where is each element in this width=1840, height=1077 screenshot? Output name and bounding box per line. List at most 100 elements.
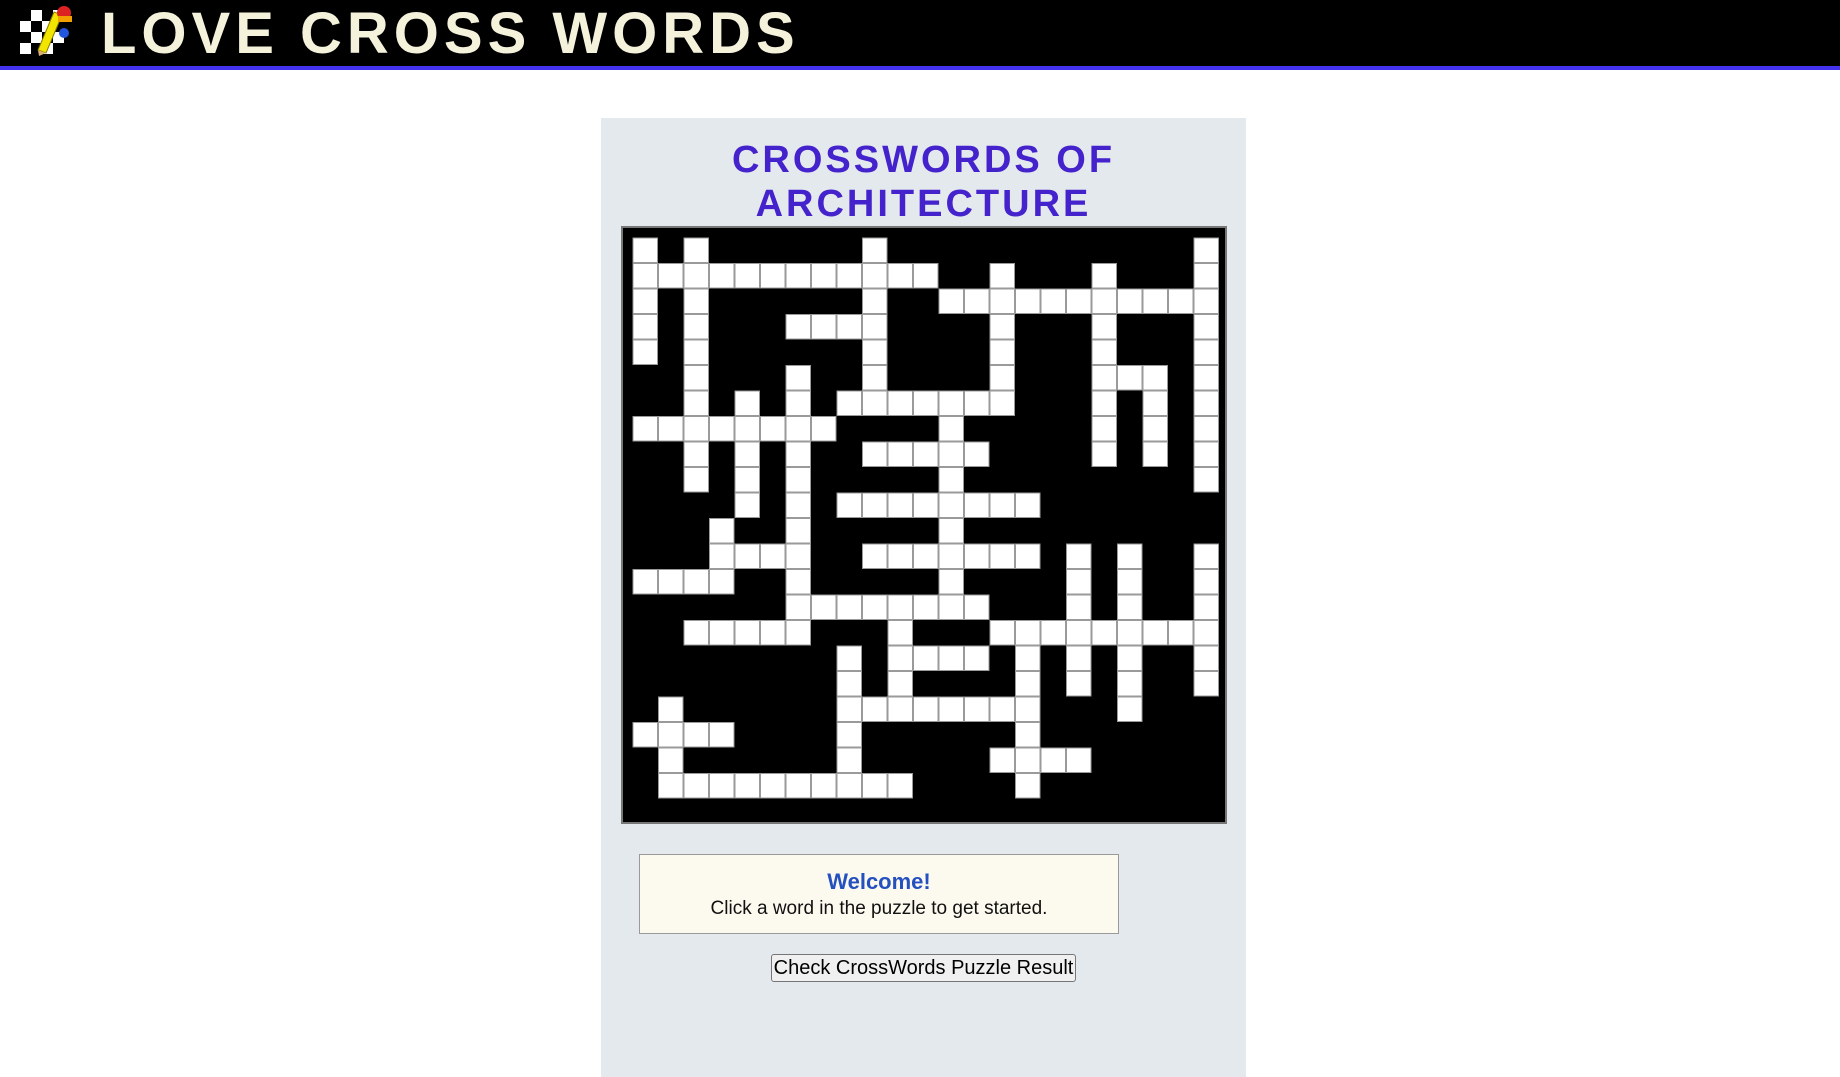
grid-cell[interactable] xyxy=(1142,390,1168,416)
grid-cell[interactable] xyxy=(964,441,990,467)
grid-cell[interactable] xyxy=(811,594,837,620)
grid-cell[interactable] xyxy=(785,594,811,620)
grid-cell[interactable] xyxy=(964,288,990,314)
grid-cell[interactable] xyxy=(785,620,811,646)
grid-cell[interactable] xyxy=(658,696,684,722)
grid-cell[interactable] xyxy=(1193,645,1219,671)
checkered-flag-pencil-icon[interactable] xyxy=(20,4,75,56)
grid-cell[interactable] xyxy=(938,696,964,722)
grid-cell[interactable] xyxy=(785,569,811,595)
grid-cell[interactable] xyxy=(1091,390,1117,416)
grid-cell[interactable] xyxy=(1015,696,1041,722)
grid-cell[interactable] xyxy=(1091,620,1117,646)
grid-cell[interactable] xyxy=(683,569,709,595)
grid-cell[interactable] xyxy=(734,620,760,646)
grid-cell[interactable] xyxy=(709,518,735,544)
grid-cell[interactable] xyxy=(658,773,684,799)
grid-cell[interactable] xyxy=(1091,441,1117,467)
grid-cell[interactable] xyxy=(836,671,862,697)
grid-cell[interactable] xyxy=(683,339,709,365)
grid-cell[interactable] xyxy=(760,543,786,569)
grid-cell[interactable] xyxy=(1117,288,1143,314)
grid-cell[interactable] xyxy=(938,569,964,595)
grid-cell[interactable] xyxy=(1091,416,1117,442)
grid-cell[interactable] xyxy=(862,365,888,391)
grid-cell[interactable] xyxy=(632,569,658,595)
grid-cell[interactable] xyxy=(989,390,1015,416)
grid-cell[interactable] xyxy=(887,492,913,518)
grid-cell[interactable] xyxy=(836,390,862,416)
grid-cell[interactable] xyxy=(1193,594,1219,620)
crossword-grid-svg[interactable] xyxy=(623,228,1225,822)
grid-cell[interactable] xyxy=(1117,671,1143,697)
grid-cell[interactable] xyxy=(938,492,964,518)
grid-cell[interactable] xyxy=(632,416,658,442)
grid-cell[interactable] xyxy=(913,441,939,467)
grid-cell[interactable] xyxy=(989,288,1015,314)
grid-cell[interactable] xyxy=(709,263,735,289)
grid-cell[interactable] xyxy=(734,492,760,518)
grid-cell[interactable] xyxy=(709,416,735,442)
grid-cell[interactable] xyxy=(1142,416,1168,442)
grid-cell[interactable] xyxy=(989,696,1015,722)
grid-cell[interactable] xyxy=(1117,365,1143,391)
grid-cell[interactable] xyxy=(887,645,913,671)
grid-cell[interactable] xyxy=(887,543,913,569)
grid-cell[interactable] xyxy=(836,263,862,289)
grid-cell[interactable] xyxy=(683,441,709,467)
grid-cell[interactable] xyxy=(913,543,939,569)
grid-cell[interactable] xyxy=(836,492,862,518)
grid-cell[interactable] xyxy=(913,492,939,518)
grid-cell[interactable] xyxy=(989,314,1015,340)
grid-cell[interactable] xyxy=(1066,645,1092,671)
grid-cell[interactable] xyxy=(913,263,939,289)
grid-cell[interactable] xyxy=(862,314,888,340)
grid-cell[interactable] xyxy=(734,416,760,442)
grid-cell[interactable] xyxy=(836,696,862,722)
grid-cell[interactable] xyxy=(1015,620,1041,646)
grid-cell[interactable] xyxy=(1193,288,1219,314)
grid-cell[interactable] xyxy=(1015,671,1041,697)
grid-cell[interactable] xyxy=(862,696,888,722)
grid-cell[interactable] xyxy=(989,492,1015,518)
grid-cell[interactable] xyxy=(836,773,862,799)
grid-cell[interactable] xyxy=(734,441,760,467)
grid-cell[interactable] xyxy=(683,773,709,799)
grid-cell[interactable] xyxy=(862,339,888,365)
grid-cell[interactable] xyxy=(1142,365,1168,391)
grid-cell[interactable] xyxy=(1040,747,1066,773)
grid-cell[interactable] xyxy=(683,365,709,391)
grid-cell[interactable] xyxy=(1193,543,1219,569)
grid-cell[interactable] xyxy=(785,365,811,391)
grid-cell[interactable] xyxy=(785,492,811,518)
grid-cell[interactable] xyxy=(964,696,990,722)
grid-cell[interactable] xyxy=(989,263,1015,289)
grid-cell[interactable] xyxy=(989,747,1015,773)
grid-cell[interactable] xyxy=(632,314,658,340)
grid-cell[interactable] xyxy=(734,390,760,416)
check-result-button[interactable]: Check CrossWords Puzzle Result xyxy=(771,954,1076,982)
grid-cell[interactable] xyxy=(1193,390,1219,416)
grid-cell[interactable] xyxy=(734,773,760,799)
grid-cell[interactable] xyxy=(1091,288,1117,314)
grid-cell[interactable] xyxy=(989,620,1015,646)
grid-cell[interactable] xyxy=(862,594,888,620)
grid-cell[interactable] xyxy=(785,390,811,416)
grid-cell[interactable] xyxy=(862,263,888,289)
grid-cell[interactable] xyxy=(836,747,862,773)
grid-cell[interactable] xyxy=(1193,569,1219,595)
grid-cell[interactable] xyxy=(1142,288,1168,314)
grid-cell[interactable] xyxy=(683,237,709,263)
grid-cell[interactable] xyxy=(1091,339,1117,365)
grid-cell[interactable] xyxy=(683,288,709,314)
grid-cell[interactable] xyxy=(1117,620,1143,646)
grid-cell[interactable] xyxy=(709,569,735,595)
grid-cell[interactable] xyxy=(709,543,735,569)
grid-cell[interactable] xyxy=(811,416,837,442)
grid-cell[interactable] xyxy=(836,722,862,748)
grid-cell[interactable] xyxy=(989,543,1015,569)
grid-cell[interactable] xyxy=(683,416,709,442)
grid-cell[interactable] xyxy=(760,620,786,646)
grid-cell[interactable] xyxy=(938,390,964,416)
grid-cell[interactable] xyxy=(734,543,760,569)
